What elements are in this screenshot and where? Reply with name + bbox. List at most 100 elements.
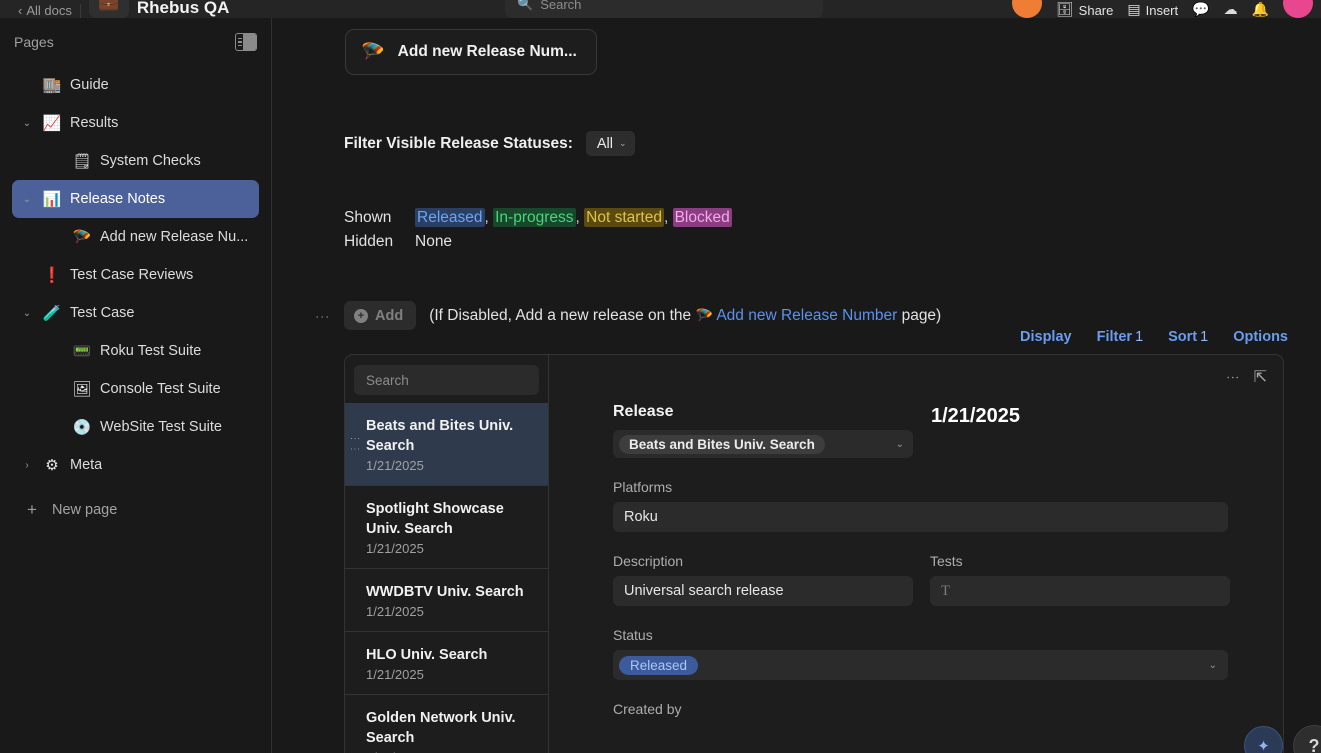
comment-icon[interactable]: 💬 bbox=[1192, 1, 1209, 18]
tests-field: Tests T bbox=[930, 553, 1230, 606]
filter-status-select[interactable]: All ⌄ bbox=[585, 131, 635, 156]
sidebar-item-roku-test-suite[interactable]: 📟 Roku Test Suite bbox=[12, 332, 259, 370]
page-icon: 📈 bbox=[42, 114, 62, 132]
db-tool-sort[interactable]: Sort 1 bbox=[1168, 329, 1208, 345]
sidebar-item-label: System Checks bbox=[100, 153, 201, 169]
sidebar-item-console-test-suite[interactable]: 🖼 Console Test Suite bbox=[12, 370, 259, 408]
detail-header: Release Beats and Bites Univ. Search ⌄ 1… bbox=[613, 403, 1231, 458]
shown-line: Shown Released, In-progress, Not started… bbox=[344, 206, 732, 230]
sidebar-item-label: Test Case Reviews bbox=[70, 267, 194, 283]
release-field: Release Beats and Bites Univ. Search ⌄ bbox=[613, 403, 913, 458]
database-row[interactable]: ⋮⋮WWDBTV Univ. Search1/21/2025 bbox=[345, 569, 548, 632]
page-icon: 🧪 bbox=[42, 304, 62, 322]
global-search[interactable]: 🔍 Search bbox=[505, 0, 823, 18]
database-row[interactable]: ⋮⋮Golden Network Univ. Search1/21/2025 bbox=[345, 695, 548, 753]
add-note: (If Disabled, Add a new release on the 🪂… bbox=[429, 307, 941, 325]
sidebar-item-label: Roku Test Suite bbox=[100, 343, 202, 359]
help-button[interactable]: ? bbox=[1293, 725, 1321, 753]
hidden-label: Hidden bbox=[344, 233, 394, 250]
sidebar-item-test-case-reviews[interactable]: ❗ Test Case Reviews bbox=[12, 256, 259, 294]
divider bbox=[79, 4, 81, 18]
tag-separator: , bbox=[575, 209, 580, 226]
add-button[interactable]: + Add bbox=[344, 301, 417, 330]
database-toolbar: Display Filter 1 Sort 1 Options bbox=[1020, 329, 1288, 345]
description-label: Description bbox=[613, 553, 684, 569]
platforms-label: Platforms bbox=[613, 479, 673, 495]
sidebar-item-results[interactable]: ⌄ 📈 Results bbox=[12, 104, 259, 142]
paraglider-icon: 🪂 bbox=[361, 41, 385, 63]
db-tool-count: 1 bbox=[1200, 329, 1209, 345]
drag-handle-icon[interactable]: ⋮⋮ bbox=[349, 434, 360, 455]
db-tool-count: 1 bbox=[1135, 329, 1144, 345]
chevron-toggle-icon[interactable]: ⌄ bbox=[20, 192, 34, 206]
db-tool-options[interactable]: Options bbox=[1233, 329, 1288, 345]
database-detail-pane: ⋮ ⇱ Release Beats and Bites Univ. Search… bbox=[549, 355, 1283, 753]
platforms-input[interactable]: Roku bbox=[613, 502, 1228, 532]
tag-separator: , bbox=[663, 209, 669, 226]
cloud-icon[interactable]: ☁ bbox=[1224, 1, 1238, 18]
database-search-wrap bbox=[345, 355, 548, 403]
share-button[interactable]: 🗄 Share bbox=[1056, 1, 1113, 18]
sidebar-item-label: Add new Release Nu... bbox=[100, 229, 249, 245]
status-label: Status bbox=[613, 627, 653, 643]
database-row-title: Golden Network Univ. Search bbox=[366, 710, 516, 746]
status-select[interactable]: Released ⌄ bbox=[613, 650, 1228, 680]
new-page-button[interactable]: + New page bbox=[12, 490, 259, 530]
sidebar: Pages 🏬 Guide ⌄ 📈 Results 🗒 System Checks ⌄ 📊 Rel… bbox=[0, 18, 272, 753]
sidebar-item-release-notes[interactable]: ⌄ 📊 Release Notes bbox=[12, 180, 259, 218]
database-row-list: ⋮⋮Beats and Bites Univ. Search1/21/2025⋮… bbox=[345, 403, 548, 753]
sidebar-item-add-new-release-nu[interactable]: 🪂 Add new Release Nu... bbox=[12, 218, 259, 256]
user-avatar[interactable] bbox=[1283, 0, 1313, 18]
description-field: Description Universal search release bbox=[613, 553, 913, 606]
vertical-dots-icon[interactable]: ⋮ bbox=[1226, 371, 1241, 384]
bell-icon[interactable]: 🔔 bbox=[1252, 1, 1269, 18]
description-input[interactable]: Universal search release bbox=[613, 576, 913, 606]
expand-arrows-icon[interactable]: ⇱ bbox=[1254, 367, 1267, 387]
database-search-input[interactable] bbox=[354, 365, 539, 395]
add-note-prefix: (If Disabled, Add a new release on the bbox=[429, 306, 696, 324]
insert-button[interactable]: ▤ Insert bbox=[1127, 1, 1178, 18]
page-icon: ⚙ bbox=[45, 456, 59, 474]
add-note-suffix: page) bbox=[897, 306, 942, 324]
database-row-date: 1/21/2025 bbox=[366, 458, 424, 473]
sidebar-item-label: Guide bbox=[70, 77, 109, 93]
created-by-label: Created by bbox=[613, 701, 682, 717]
paraglider-icon: 🪂 bbox=[695, 306, 713, 323]
database-row-title: HLO Univ. Search bbox=[366, 647, 488, 663]
chevron-toggle-icon[interactable]: › bbox=[20, 458, 34, 472]
db-tool-label: Sort bbox=[1168, 329, 1198, 345]
shown-tags: Released, In-progress, Not started, Bloc… bbox=[415, 206, 732, 230]
tag-separator: , bbox=[484, 209, 489, 226]
add-new-release-number-link[interactable]: Add new Release Number bbox=[716, 307, 897, 324]
sidebar-item-system-checks[interactable]: 🗒 System Checks bbox=[12, 142, 259, 180]
add-button-label: Add bbox=[375, 307, 404, 324]
sidebar-item-label: Console Test Suite bbox=[100, 381, 221, 397]
add-new-release-number-card[interactable]: 🪂 Add new Release Num... bbox=[345, 29, 597, 75]
avatar-group[interactable] bbox=[1011, 0, 1042, 18]
sidebar-item-meta[interactable]: › ⚙ Meta bbox=[12, 446, 259, 484]
database-row[interactable]: ⋮⋮Spotlight Showcase Univ. Search1/21/20… bbox=[345, 486, 548, 569]
sidebar-item-test-case[interactable]: ⌄ 🧪 Test Case bbox=[12, 294, 259, 332]
database-row[interactable]: ⋮⋮HLO Univ. Search1/21/2025 bbox=[345, 632, 548, 695]
all-docs-button[interactable]: ‹ All docs bbox=[18, 0, 72, 18]
tests-input[interactable]: T bbox=[930, 576, 1230, 606]
sidebar-item-website-test-suite[interactable]: 💿 WebSite Test Suite bbox=[12, 408, 259, 446]
doc-icon[interactable]: 💼 bbox=[88, 0, 129, 18]
database-row[interactable]: ⋮⋮ Beats and Bites Univ. Search 1/21/2025 bbox=[345, 403, 548, 486]
doc-title: Rhebus QA bbox=[136, 0, 230, 17]
db-tool-label: Display bbox=[1020, 329, 1072, 345]
chevron-down-icon: ⌄ bbox=[895, 438, 904, 450]
database-row-date: 1/21/2025 bbox=[366, 541, 424, 556]
sidebar-layout-icon[interactable] bbox=[235, 33, 257, 51]
block-drag-handle[interactable]: ⋮ bbox=[315, 310, 331, 325]
chevron-toggle-icon[interactable]: ⌄ bbox=[20, 306, 34, 320]
release-select[interactable]: Beats and Bites Univ. Search ⌄ bbox=[613, 430, 913, 458]
status-field: Status Released ⌄ bbox=[613, 627, 1231, 680]
db-tool-filter[interactable]: Filter 1 bbox=[1097, 329, 1144, 345]
chevron-toggle-icon[interactable]: ⌄ bbox=[20, 116, 34, 130]
detail-toolbar: ⋮ ⇱ bbox=[1226, 367, 1267, 387]
db-tool-display[interactable]: Display bbox=[1020, 329, 1072, 345]
sidebar-item-guide[interactable]: 🏬 Guide bbox=[12, 66, 259, 104]
insert-icon: ▤ bbox=[1127, 1, 1141, 17]
page-icon: 🗒 bbox=[72, 152, 92, 170]
